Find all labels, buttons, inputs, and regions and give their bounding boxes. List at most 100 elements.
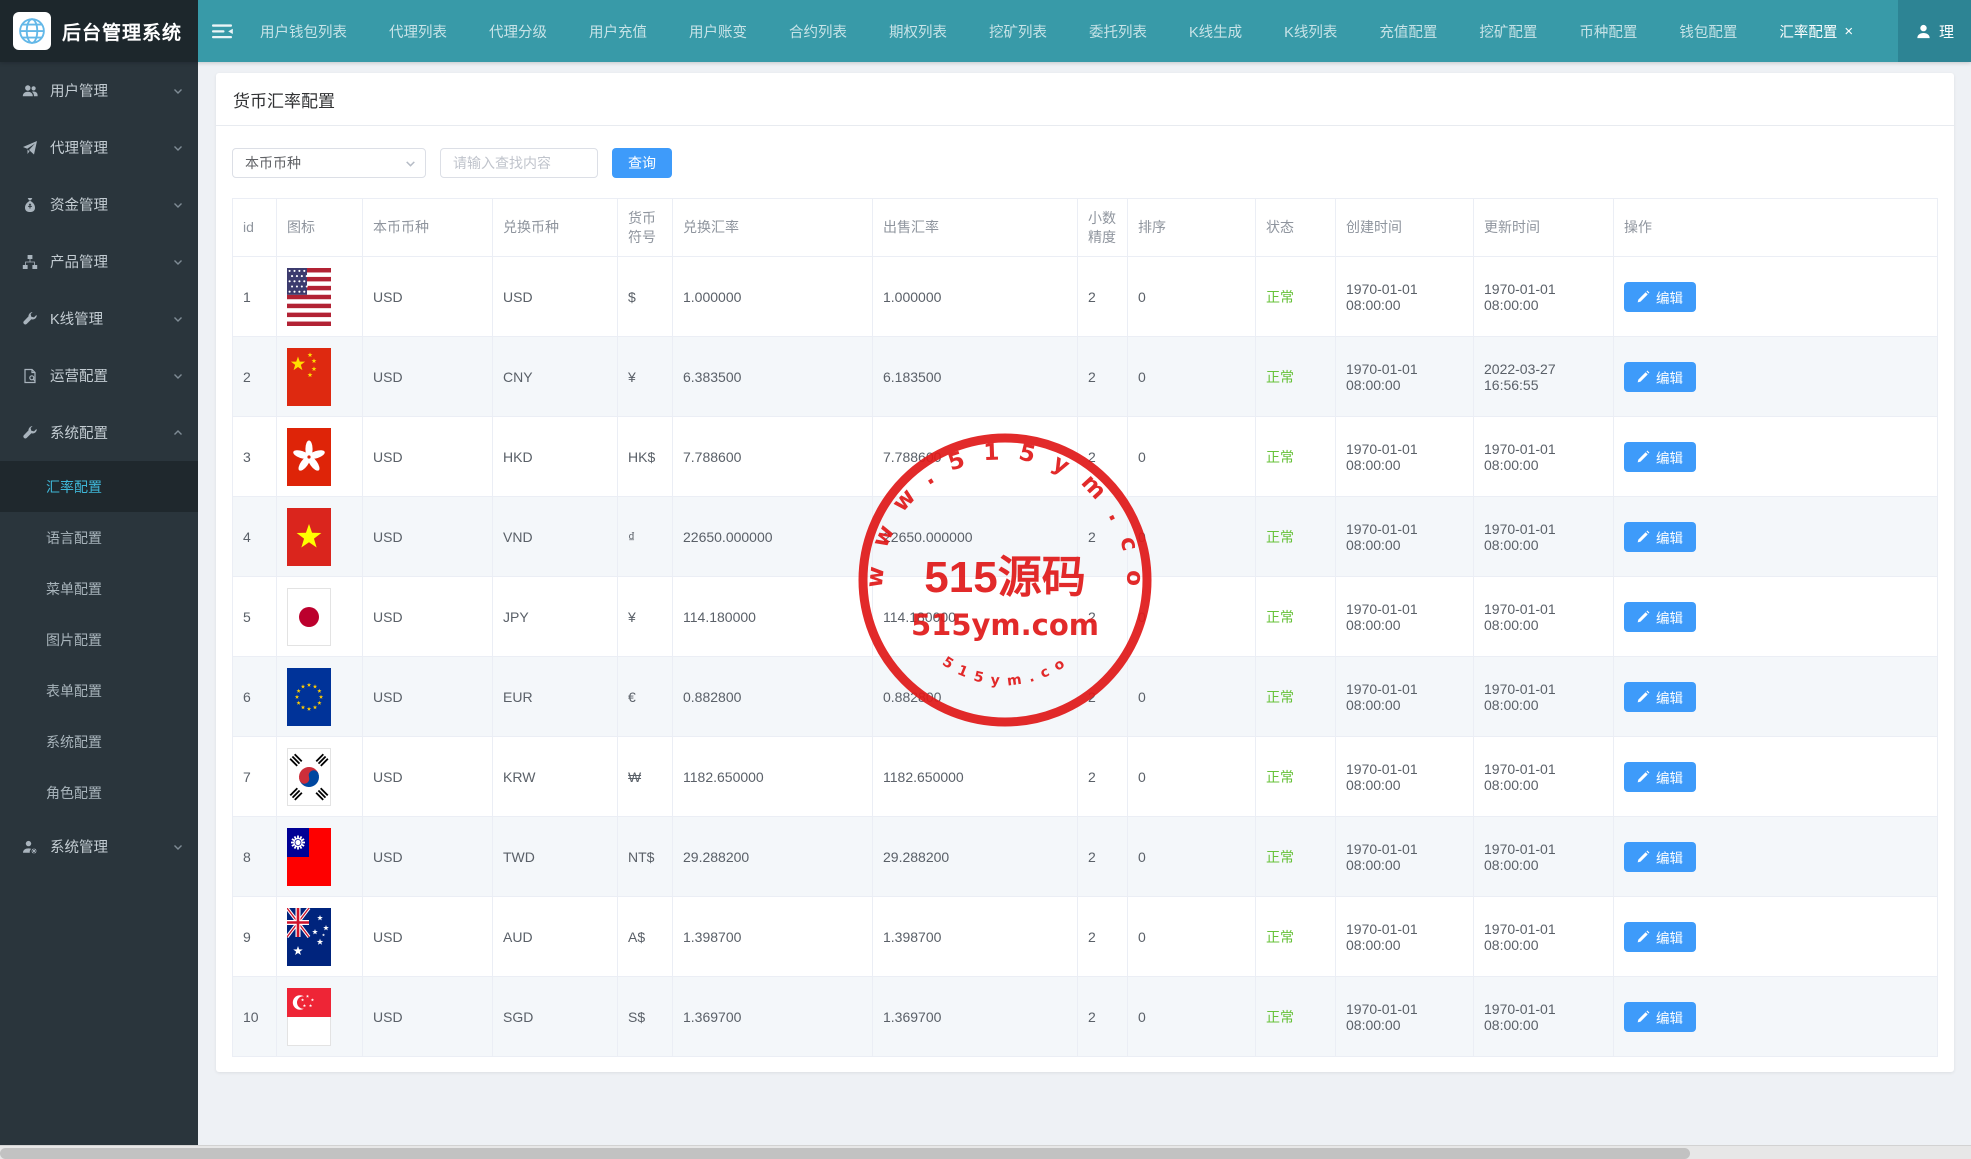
cell-flag (277, 737, 363, 817)
cell-id: 9 (233, 897, 277, 977)
sidebar-subitem-0[interactable]: 汇率配置 (0, 461, 198, 512)
nav-tab-14[interactable]: 钱包配置 (1679, 21, 1737, 42)
top-tabs: 用户钱包列表 代理列表 代理分级 用户充值 用户账变 合约列表 期权列表 挖矿列表 委托列表 K线… (260, 21, 1898, 42)
nav-tab-9[interactable]: K线生成 (1189, 21, 1242, 42)
status-badge: 正常 (1266, 449, 1294, 465)
cell-quote-currency: USD (493, 257, 618, 337)
globe-icon (13, 12, 51, 50)
cell-base-currency: USD (363, 417, 493, 497)
edit-icon (1637, 290, 1650, 303)
cell-status: 正常 (1256, 417, 1336, 497)
close-icon[interactable]: × (1844, 24, 1853, 39)
edit-icon (1637, 370, 1650, 383)
edit-button[interactable]: 编辑 (1624, 442, 1696, 472)
edit-button[interactable]: 编辑 (1624, 602, 1696, 632)
nav-tab-5[interactable]: 合约列表 (789, 21, 847, 42)
flag-eu-icon (287, 668, 331, 726)
sidebar-item-label: 代理管理 (50, 137, 172, 158)
sidebar-item-3[interactable]: 产品管理 (0, 233, 198, 290)
nav-tab-4[interactable]: 用户账变 (689, 21, 747, 42)
nav-tab-2[interactable]: 代理分级 (489, 21, 547, 42)
cell-buy-rate: 7.788600 (673, 417, 873, 497)
column-header: 本币币种 (363, 199, 493, 257)
edit-button[interactable]: 编辑 (1624, 842, 1696, 872)
nav-tab-15[interactable]: 汇率配置× (1779, 21, 1853, 42)
sidebar-subitem-2[interactable]: 菜单配置 (0, 563, 198, 614)
cell-id: 3 (233, 417, 277, 497)
cell-id: 2 (233, 337, 277, 417)
status-badge: 正常 (1266, 929, 1294, 945)
currency-type-select[interactable]: 本币币种 (232, 148, 426, 178)
app-header: 后台管理系统 用户钱包列表 代理列表 代理分级 用户充值 用户账变 合约列表 期权列表 挖矿列… (0, 0, 1971, 62)
nav-tab-8[interactable]: 委托列表 (1089, 21, 1147, 42)
column-header: 更新时间 (1474, 199, 1614, 257)
cell-quote-currency: SGD (493, 977, 618, 1057)
edit-button[interactable]: 编辑 (1624, 922, 1696, 952)
sidebar-subitem-5[interactable]: 系统配置 (0, 716, 198, 767)
cell-flag (277, 257, 363, 337)
nav-tab-10[interactable]: K线列表 (1284, 21, 1337, 42)
wrench-icon (22, 311, 38, 327)
sidebar-item-7[interactable]: 系统管理 (0, 818, 198, 875)
nav-tab-11[interactable]: 充值配置 (1379, 21, 1437, 42)
cell-actions: 编辑 (1614, 657, 1938, 737)
cell-currency-symbol: ¥ (618, 337, 673, 417)
nav-tab-7[interactable]: 挖矿列表 (989, 21, 1047, 42)
cell-updated-time: 1970-01-01 08:00:00 (1474, 257, 1614, 337)
sidebar-item-0[interactable]: 用户管理 (0, 62, 198, 119)
sidebar-subitem-6[interactable]: 角色配置 (0, 767, 198, 818)
cell-flag (277, 577, 363, 657)
horizontal-scrollbar-thumb[interactable] (0, 1148, 1690, 1159)
edit-button[interactable]: 编辑 (1624, 1002, 1696, 1032)
cell-id: 4 (233, 497, 277, 577)
nav-tab-13[interactable]: 币种配置 (1579, 21, 1637, 42)
edit-button[interactable]: 编辑 (1624, 682, 1696, 712)
sidebar-item-5[interactable]: 运营配置 (0, 347, 198, 404)
sidebar-subitem-4[interactable]: 表单配置 (0, 665, 198, 716)
cell-buy-rate: 1.000000 (673, 257, 873, 337)
nav-tab-6[interactable]: 期权列表 (889, 21, 947, 42)
cell-id: 5 (233, 577, 277, 657)
app-title: 后台管理系统 (62, 18, 182, 45)
nav-tab-3[interactable]: 用户充值 (589, 21, 647, 42)
document-icon (22, 368, 38, 384)
cell-quote-currency: VND (493, 497, 618, 577)
sidebar-item-6[interactable]: 系统配置 (0, 404, 198, 461)
edit-button[interactable]: 编辑 (1624, 282, 1696, 312)
sidebar-subitem-1[interactable]: 语言配置 (0, 512, 198, 563)
edit-button[interactable]: 编辑 (1624, 522, 1696, 552)
cell-sell-rate: 1.369700 (873, 977, 1078, 1057)
cell-actions: 编辑 (1614, 577, 1938, 657)
cell-updated-time: 1970-01-01 08:00:00 (1474, 497, 1614, 577)
cell-status: 正常 (1256, 817, 1336, 897)
cell-id: 8 (233, 817, 277, 897)
search-button[interactable]: 查询 (612, 148, 672, 178)
cell-currency-symbol: € (618, 657, 673, 737)
cell-currency-symbol: ₩ (618, 737, 673, 817)
nav-tab-12[interactable]: 挖矿配置 (1479, 21, 1537, 42)
nav-tab-0[interactable]: 用户钱包列表 (260, 21, 347, 42)
cell-sort: 0 (1128, 417, 1256, 497)
sidebar-item-2[interactable]: 资金管理 (0, 176, 198, 233)
sidebar-item-label: 资金管理 (50, 194, 172, 215)
sitemap-icon (22, 254, 38, 270)
edit-button[interactable]: 编辑 (1624, 362, 1696, 392)
sidebar-toggle-button[interactable] (198, 0, 246, 62)
cell-created-time: 1970-01-01 08:00:00 (1336, 337, 1474, 417)
table-row: 6USDEUR€0.8828000.88280020正常1970-01-01 0… (233, 657, 1938, 737)
sidebar-item-1[interactable]: 代理管理 (0, 119, 198, 176)
sidebar-item-4[interactable]: K线管理 (0, 290, 198, 347)
search-input[interactable] (440, 148, 598, 178)
nav-tab-1[interactable]: 代理列表 (389, 21, 447, 42)
cell-base-currency: USD (363, 817, 493, 897)
column-header: 状态 (1256, 199, 1336, 257)
cell-sell-rate: 1.398700 (873, 897, 1078, 977)
cell-base-currency: USD (363, 657, 493, 737)
sidebar-subitem-3[interactable]: 图片配置 (0, 614, 198, 665)
cell-currency-symbol: NT$ (618, 817, 673, 897)
cell-base-currency: USD (363, 497, 493, 577)
user-menu[interactable]: 理 (1898, 0, 1971, 62)
cell-quote-currency: EUR (493, 657, 618, 737)
cell-updated-time: 1970-01-01 08:00:00 (1474, 897, 1614, 977)
edit-button[interactable]: 编辑 (1624, 762, 1696, 792)
